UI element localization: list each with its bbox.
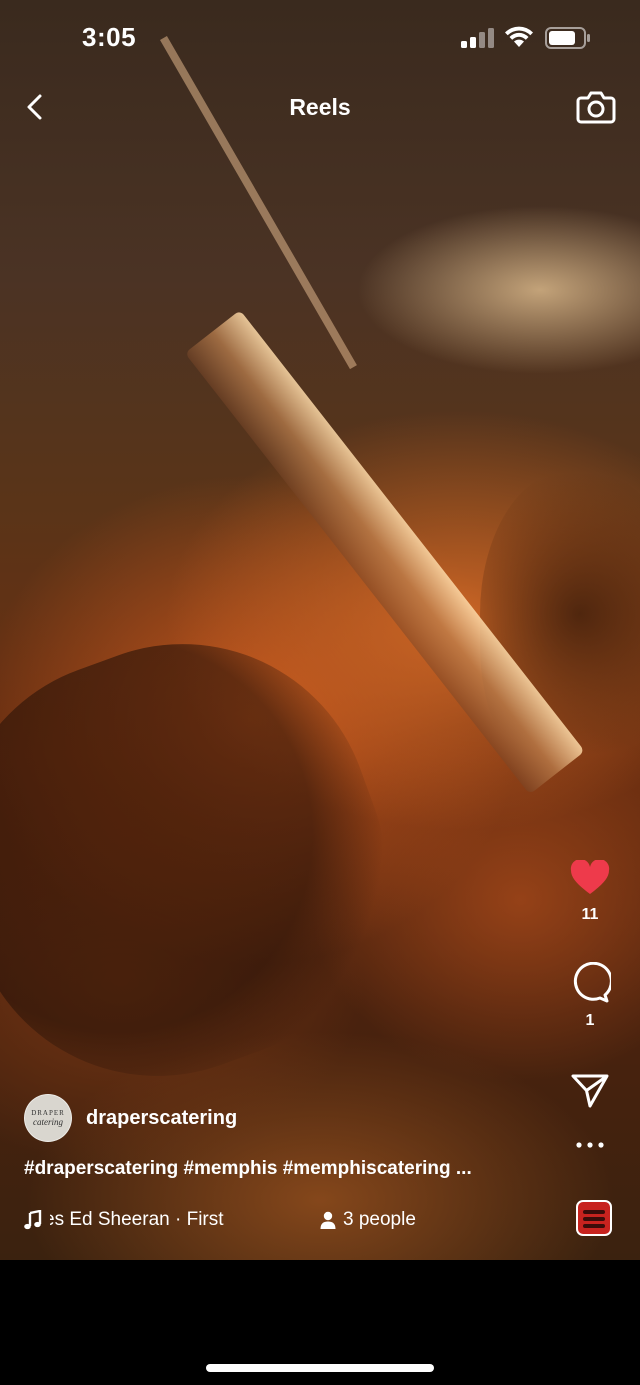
status-time: 3:05 xyxy=(82,22,137,52)
reel-video[interactable] xyxy=(0,0,640,1260)
avatar-logo-text: DRAPER xyxy=(31,1109,65,1117)
cellular-signal-icon xyxy=(461,28,494,48)
home-indicator[interactable] xyxy=(206,1364,434,1372)
person-icon xyxy=(320,1211,336,1229)
more-icon[interactable] xyxy=(575,1140,605,1150)
reel-owner[interactable]: DRAPER catering draperscatering xyxy=(24,1094,237,1142)
audio-track-text: es Ed Sheeran · First xyxy=(50,1209,224,1230)
avatar[interactable]: DRAPER catering xyxy=(24,1094,72,1142)
reel-caption[interactable]: #draperscatering #memphis #memphiscateri… xyxy=(24,1158,544,1180)
page-title: Reels xyxy=(289,94,351,120)
like-action[interactable]: 11 xyxy=(540,860,640,924)
comment-count: 1 xyxy=(585,1012,595,1029)
more-options[interactable] xyxy=(540,1140,640,1150)
send-icon[interactable] xyxy=(570,1072,610,1110)
camera-icon[interactable] xyxy=(576,88,616,124)
reels-header: Reels xyxy=(0,82,640,132)
heart-icon[interactable] xyxy=(570,860,610,896)
avatar-logo-text: catering xyxy=(33,1117,63,1127)
music-note-icon xyxy=(24,1210,42,1230)
wifi-icon xyxy=(505,26,533,47)
audio-info[interactable]: es Ed Sheeran · First 3 people xyxy=(24,1206,416,1234)
like-count: 11 xyxy=(581,906,599,923)
battery-icon xyxy=(545,27,590,49)
username[interactable]: draperscatering xyxy=(86,1107,237,1130)
comment-icon[interactable] xyxy=(569,962,611,1004)
status-bar: 3:05 xyxy=(0,0,640,78)
tagged-people[interactable]: 3 people xyxy=(343,1209,416,1231)
audio-track[interactable]: es Ed Sheeran · First xyxy=(50,1209,286,1231)
meat-crust xyxy=(0,590,440,1130)
share-action[interactable] xyxy=(540,1072,640,1110)
comment-action[interactable]: 1 xyxy=(540,962,640,1030)
audio-thumbnail[interactable] xyxy=(576,1200,612,1236)
